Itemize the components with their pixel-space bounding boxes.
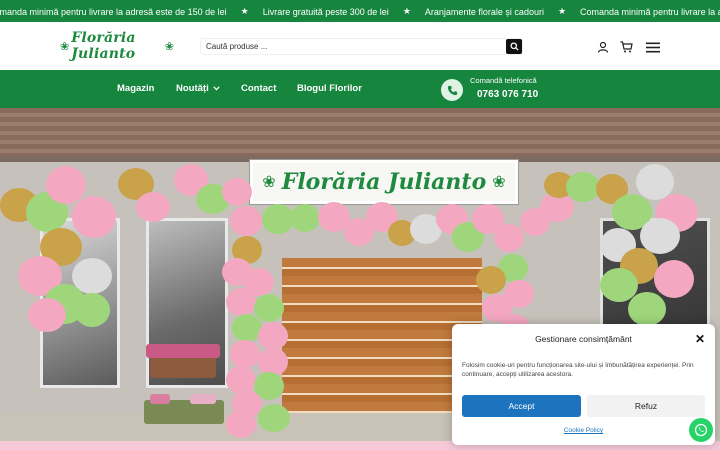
ticker-track: Comanda minimă pentru livrare la adresă … (0, 6, 720, 17)
user-icon (597, 41, 609, 53)
search-bar (200, 38, 523, 55)
cart-icon (620, 41, 633, 53)
accept-button[interactable]: Accept (462, 395, 581, 417)
menu-button[interactable] (646, 40, 660, 54)
rose-icon: ❀ (60, 40, 70, 53)
rose-icon: ❀ (164, 40, 174, 53)
search-icon (509, 42, 519, 51)
star-icon: ★ (402, 6, 411, 16)
refuse-button[interactable]: Refuz (587, 395, 705, 417)
ticker-item: Comanda minimă pentru livrare la adresă … (0, 6, 227, 17)
phone-label: Comandă telefonică (470, 76, 537, 85)
phone-icon (447, 85, 457, 95)
nav-item-noutati[interactable]: Noutăți (176, 83, 220, 94)
close-icon[interactable]: ✕ (695, 333, 705, 345)
phone-button[interactable] (441, 79, 463, 101)
ticker-text: Comanda minimă pentru livrare la adresă … (580, 6, 720, 17)
roof (0, 108, 720, 156)
account-button[interactable] (596, 40, 610, 54)
nav-item-label: Noutăți (176, 83, 209, 94)
nav-item-magazin[interactable]: Magazin (117, 83, 154, 94)
announcement-ticker: Comanda minimă pentru livrare la adresă … (0, 0, 720, 22)
chevron-down-icon (213, 86, 220, 91)
site-header: ❀ Florăria Julianto ❀ (0, 22, 720, 70)
rose-icon: ❀ (492, 174, 506, 191)
star-icon: ★ (557, 6, 567, 16)
ticker-text: Livrare gratuită peste 300 de lei (262, 6, 389, 17)
shop-sign-text: Florăria Julianto (281, 169, 487, 195)
cookie-consent-dialog: Gestionare consimțământ ✕ Folosim cookie… (452, 324, 715, 445)
shop-sign: ❀ Florăria Julianto ❀ (250, 160, 518, 204)
search-input[interactable] (201, 39, 506, 54)
ticker-text: Aranjamente florale și cadouri (424, 6, 544, 17)
rose-icon: ❀ (262, 174, 276, 191)
phone-number[interactable]: 0763 076 710 (477, 89, 538, 100)
search-button[interactable] (506, 39, 522, 54)
whatsapp-button[interactable] (689, 418, 713, 442)
logo-text: Florăria Julianto (71, 30, 136, 62)
ticker-item: Aranjamente florale și cadouri (425, 6, 544, 17)
cookie-title: Gestionare consimțământ (535, 334, 632, 344)
cookie-text: Folosim cookie-uri pentru funcționarea s… (462, 362, 694, 379)
nav-item-contact[interactable]: Contact (241, 83, 276, 94)
whatsapp-icon (694, 423, 708, 437)
star-icon: ★ (240, 6, 249, 16)
ticker-item: Comanda minimă pentru livrare la adresă … (580, 6, 720, 17)
ticker-text: Comanda minimă pentru livrare la adresă … (0, 6, 227, 17)
site-logo[interactable]: ❀ Florăria Julianto ❀ (58, 30, 176, 62)
main-nav: Magazin Noutăți Contact Blogul Florilor (0, 70, 720, 108)
cookie-policy-link[interactable]: Cookie Policy (452, 427, 715, 434)
ticker-item: Livrare gratuită peste 300 de lei (263, 6, 389, 17)
menu-icon (646, 42, 660, 52)
cart-button[interactable] (619, 40, 633, 54)
nav-item-blog[interactable]: Blogul Florilor (297, 83, 362, 94)
